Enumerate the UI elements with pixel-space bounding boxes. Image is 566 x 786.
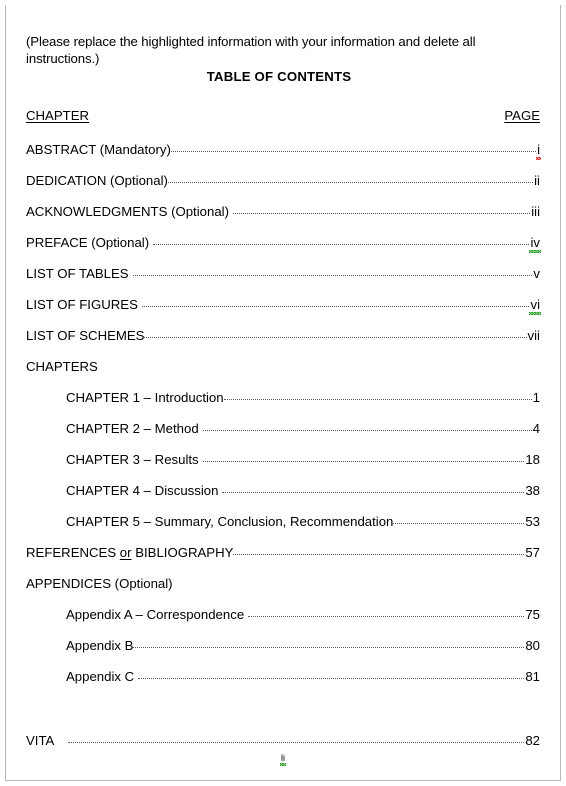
toc-page-number: 53 xyxy=(525,514,540,529)
dot-leader xyxy=(132,266,533,278)
toc-page-number: 4 xyxy=(532,421,540,436)
dot-leader xyxy=(202,452,525,464)
spellcheck-squiggle: i xyxy=(536,142,541,160)
dot-leader xyxy=(153,235,530,247)
toc-page-number: vi xyxy=(529,297,541,315)
column-header-chapter: CHAPTER xyxy=(26,108,90,123)
spellcheck-squiggle: vi xyxy=(529,297,541,315)
toc-page-number: 80 xyxy=(525,638,540,653)
column-header-page: PAGE xyxy=(504,108,540,123)
toc-entry-label: LIST OF FIGURES xyxy=(26,297,138,312)
toc-entry-label: CHAPTER 2 – Method xyxy=(66,421,199,436)
column-headers: CHAPTER PAGE xyxy=(26,108,540,123)
spellcheck-squiggle: iv xyxy=(529,235,541,253)
toc-page-number: 1 xyxy=(532,390,540,405)
toc-entry-label: Appendix B xyxy=(66,638,134,653)
toc-entry-label: CHAPTER 5 – Summary, Conclusion, Recomme… xyxy=(66,514,394,529)
toc-entry-label: REFERENCES or BIBLIOGRAPHY xyxy=(26,545,234,560)
toc-entry[interactable]: APPENDICES (Optional) xyxy=(26,576,540,592)
toc-page-number: v xyxy=(533,266,540,281)
dot-leader xyxy=(222,483,525,495)
dot-leader xyxy=(144,328,527,340)
toc-entry-label: APPENDICES (Optional) xyxy=(26,576,173,591)
toc-entry-label: ACKNOWLEDGMENTS (Optional) xyxy=(26,204,229,219)
toc-entry-label: CHAPTER 3 – Results xyxy=(66,452,199,467)
toc-list: ABSTRACT (Mandatory) i DEDICATION (Optiona… xyxy=(26,142,541,749)
toc-entry[interactable]: Appendix A – Correspondence 75 xyxy=(26,607,540,623)
dot-leader xyxy=(167,173,534,185)
dot-leader xyxy=(170,142,537,154)
dot-leader xyxy=(68,733,525,745)
instruction-note: (Please replace the highlighted informat… xyxy=(26,34,476,66)
toc-entry[interactable]: PREFACE (Optional) iv xyxy=(26,235,541,253)
toc-entry-label: CHAPTER 4 – Discussion xyxy=(66,483,219,498)
toc-entry-label: Appendix A – Correspondence xyxy=(66,607,245,622)
dot-leader xyxy=(233,545,525,557)
footer-page-number: li xyxy=(280,753,286,766)
toc-entry-label: Appendix C xyxy=(66,669,135,684)
toc-page-number: 18 xyxy=(525,452,540,467)
toc-entry[interactable]: LIST OF SCHEMES vii xyxy=(26,328,540,344)
toc-page-number: vii xyxy=(527,328,540,343)
toc-entry[interactable]: DEDICATION (Optional) ii xyxy=(26,173,540,189)
toc-entry-label: PREFACE (Optional) xyxy=(26,235,150,250)
toc-entry[interactable]: Appendix B 80 xyxy=(26,638,540,654)
toc-entry[interactable]: CHAPTER 3 – Results 18 xyxy=(26,452,540,468)
spellcheck-squiggle: li xyxy=(280,753,286,766)
underlined-word: or xyxy=(119,545,132,560)
toc-entry-label: VITA xyxy=(26,733,55,748)
document-content: (Please replace the highlighted informat… xyxy=(26,33,541,764)
toc-entry[interactable]: Appendix C 81 xyxy=(26,669,540,685)
dot-leader xyxy=(141,297,530,309)
dot-leader xyxy=(133,638,525,650)
toc-entry-label: CHAPTERS xyxy=(26,359,98,374)
dot-leader xyxy=(248,607,525,619)
toc-entry[interactable]: CHAPTER 2 – Method 4 xyxy=(26,421,540,437)
toc-entry-label: LIST OF SCHEMES xyxy=(26,328,145,343)
toc-entry[interactable]: ABSTRACT (Mandatory) i xyxy=(26,142,541,160)
dot-leader xyxy=(232,204,531,216)
toc-page-number: 81 xyxy=(525,669,540,684)
toc-page-number: iii xyxy=(531,204,540,219)
toc-entry[interactable]: CHAPTER 5 – Summary, Conclusion, Recomme… xyxy=(26,514,540,530)
toc-spacer xyxy=(26,700,540,733)
toc-page-number: 75 xyxy=(525,607,540,622)
toc-entry[interactable]: CHAPTERS xyxy=(26,359,540,375)
page-title: TABLE OF CONTENTS xyxy=(206,69,352,84)
toc-page-number: iv xyxy=(529,235,541,253)
toc-entry[interactable]: VITA 82 xyxy=(26,733,540,749)
toc-entry-label: ABSTRACT (Mandatory) xyxy=(26,142,171,157)
dot-leader xyxy=(138,669,525,681)
toc-entry[interactable]: ACKNOWLEDGMENTS (Optional) iii xyxy=(26,204,540,220)
toc-page-number: 38 xyxy=(525,483,540,498)
toc-entry-label: LIST OF TABLES xyxy=(26,266,129,281)
toc-entry-label: CHAPTER 1 – Introduction xyxy=(66,390,224,405)
toc-page-number: ii xyxy=(534,173,540,188)
toc-page-number: 57 xyxy=(525,545,540,560)
toc-entry-label: DEDICATION (Optional) xyxy=(26,173,168,188)
toc-page-number: 82 xyxy=(525,733,540,748)
toc-page-number: i xyxy=(536,142,541,160)
page-footer: li xyxy=(0,753,566,766)
dot-leader xyxy=(223,390,532,402)
toc-entry[interactable]: LIST OF TABLES v xyxy=(26,266,540,282)
document-page: (Please replace the highlighted informat… xyxy=(0,0,566,786)
dot-leader xyxy=(202,421,532,433)
toc-entry[interactable]: CHAPTER 1 – Introduction 1 xyxy=(26,390,540,406)
toc-entry[interactable]: REFERENCES or BIBLIOGRAPHY 57 xyxy=(26,545,540,561)
dot-leader xyxy=(393,514,525,526)
toc-entry[interactable]: LIST OF FIGURES vi xyxy=(26,297,541,315)
toc-entry[interactable]: CHAPTER 4 – Discussion 38 xyxy=(26,483,540,499)
